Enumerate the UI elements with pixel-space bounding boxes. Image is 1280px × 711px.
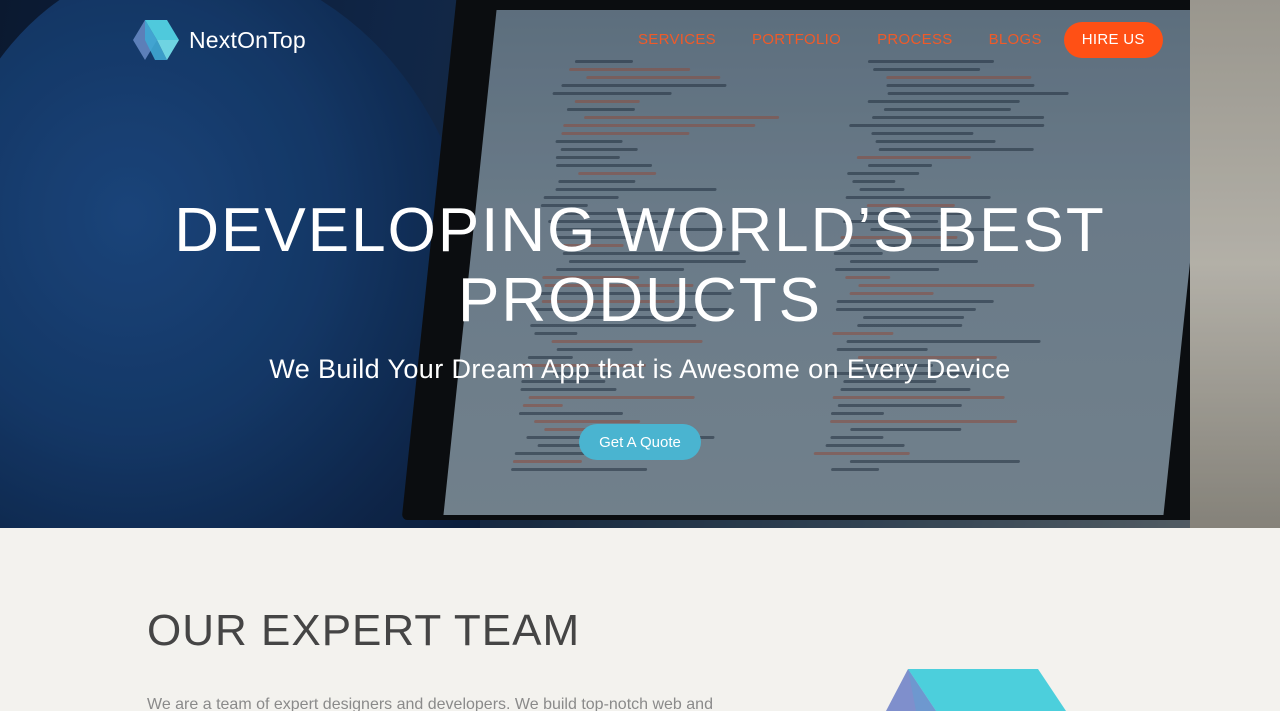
hero-section: NextOnTop SERVICES PORTFOLIO PROCESS BLO… — [0, 0, 1280, 528]
hire-us-button[interactable]: HIRE US — [1063, 22, 1163, 58]
nav-link-blogs[interactable]: BLOGS — [989, 24, 1042, 56]
brand-name: NextOnTop — [189, 26, 306, 53]
brand-logo[interactable]: NextOnTop — [133, 20, 306, 60]
nextontop-logo-icon — [133, 20, 179, 60]
team-logo-graphic — [886, 669, 1066, 711]
hero-subtitle: We Build Your Dream App that is Awesome … — [269, 354, 1011, 384]
nav-link-portfolio[interactable]: PORTFOLIO — [752, 24, 841, 56]
hero-title: DEVELOPING WORLD’S BEST PRODUCTS — [174, 196, 1106, 335]
nav-link-services[interactable]: SERVICES — [638, 24, 716, 56]
team-title: OUR EXPERT TEAM — [147, 606, 581, 655]
get-quote-button[interactable]: Get A Quote — [579, 424, 701, 460]
main-nav: SERVICES PORTFOLIO PROCESS BLOGS HIRE US — [620, 22, 1163, 58]
nav-link-process[interactable]: PROCESS — [877, 24, 952, 56]
team-description: We are a team of expert designers and de… — [147, 696, 713, 711]
